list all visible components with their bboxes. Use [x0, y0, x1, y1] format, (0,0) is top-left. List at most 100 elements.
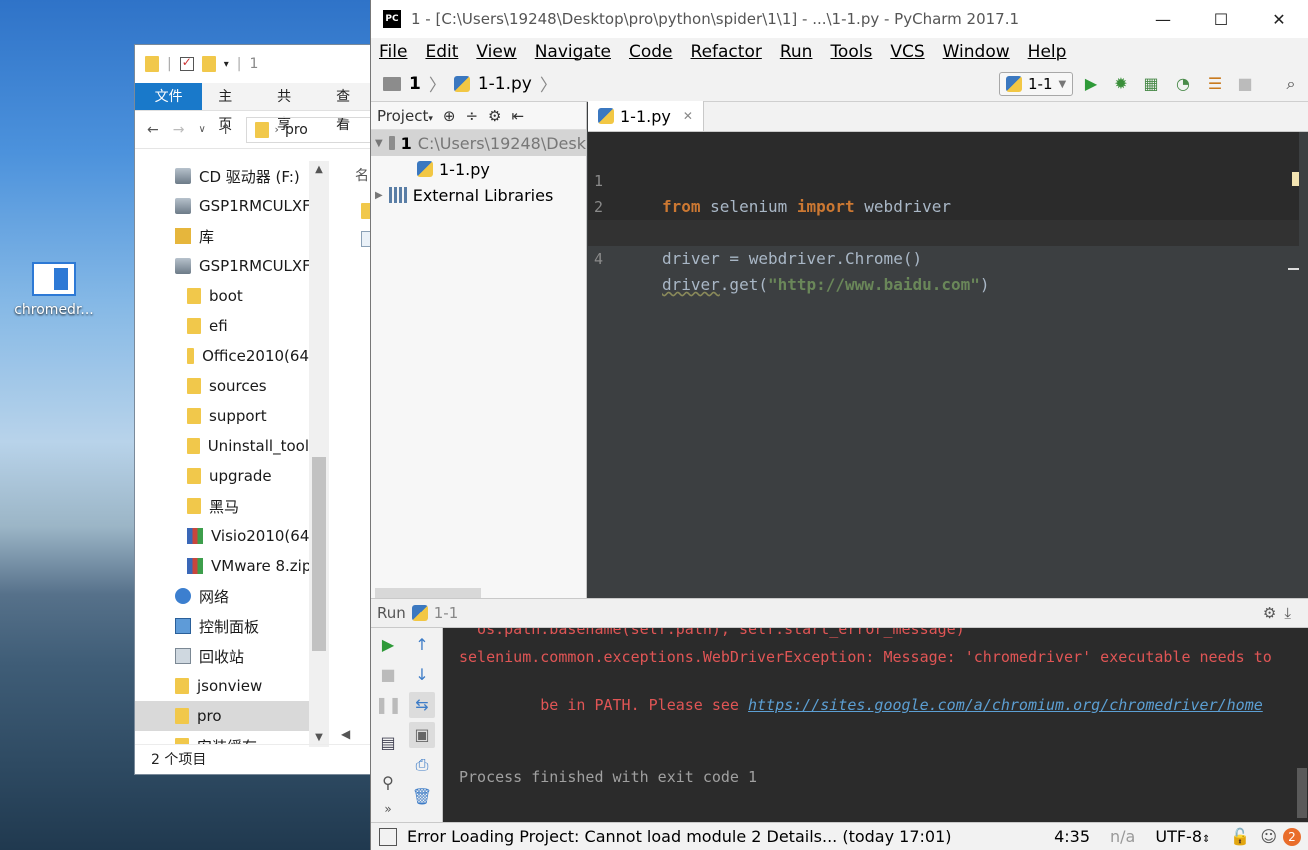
menu-run[interactable]: Run — [780, 42, 813, 62]
chevron-down-icon[interactable]: ▾ — [224, 59, 229, 70]
editor-scrollbar[interactable] — [1299, 132, 1308, 598]
nav-tree-item[interactable]: 控制面板 — [135, 611, 309, 641]
profile-icon[interactable]: ◔ — [1173, 74, 1193, 94]
menu-view[interactable]: View — [476, 42, 516, 62]
console-scrollbar[interactable] — [1297, 768, 1307, 818]
nav-tree-item[interactable]: CD 驱动器 (F:) — [135, 161, 309, 191]
ribbon-tab-share[interactable]: 共享 — [261, 83, 320, 133]
project-view-select[interactable]: Project▾ — [377, 107, 433, 125]
new-folder-icon[interactable] — [201, 56, 216, 72]
navigation-scrollbar[interactable]: ▲ ▼ — [309, 161, 329, 747]
address-crumb[interactable]: pro — [285, 122, 308, 138]
menu-refactor[interactable]: Refactor — [691, 42, 762, 62]
pause-icon[interactable]: ❚❚ — [375, 692, 402, 718]
nav-tree-item[interactable]: 黑马 — [135, 491, 309, 521]
hide-icon[interactable]: ⇤ — [511, 107, 524, 125]
address-bar[interactable]: › pro — [245, 116, 379, 143]
nav-tree-item[interactable]: GSP1RMCULXF — [135, 251, 309, 281]
nav-tree-item[interactable]: 安装缓存 — [135, 731, 309, 745]
menu-help[interactable]: Help — [1028, 42, 1067, 62]
menu-code[interactable]: Code — [629, 42, 673, 62]
layout-icon[interactable]: ▤ — [375, 730, 401, 756]
project-file-item[interactable]: 1-1.py — [371, 156, 586, 182]
menu-file[interactable]: File — [379, 42, 407, 62]
collapse-icon[interactable]: ÷ — [465, 107, 478, 125]
stop-icon[interactable]: ■ — [375, 662, 401, 688]
chromedriver-link[interactable]: https://sites.google.com/a/chromium.org/… — [748, 696, 1263, 714]
event-log-badge[interactable]: 2 — [1283, 827, 1301, 846]
code-line[interactable]: 3 driver = webdriver.Chrome() — [588, 194, 1308, 268]
properties-icon[interactable] — [179, 55, 194, 71]
scroll-thumb[interactable] — [312, 457, 326, 651]
pin-icon[interactable]: ⚲ — [375, 770, 401, 796]
back-arrow-icon[interactable]: ← — [147, 122, 159, 138]
more-icon[interactable]: » — [375, 796, 401, 822]
up-arrow-icon[interactable]: ↑ — [220, 122, 232, 138]
nav-tree-item[interactable]: VMware 8.zip — [135, 551, 309, 581]
close-tab-icon[interactable]: ✕ — [683, 109, 693, 123]
code-line-current[interactable]: 4 driver.get("http://www.baidu.com") — [588, 220, 1308, 294]
nav-tree-item[interactable]: GSP1RMCULXF — [135, 191, 309, 221]
nav-tree-item[interactable]: support — [135, 401, 309, 431]
nav-tree-item[interactable]: jsonview — [135, 671, 309, 701]
desktop-shortcut[interactable]: chromedr... — [8, 262, 100, 318]
forward-arrow-icon[interactable]: → — [173, 122, 185, 138]
down-stack-icon[interactable]: ↓ — [409, 662, 435, 688]
rerun-icon[interactable]: ▶ — [375, 632, 401, 658]
nav-tree-item[interactable]: sources — [135, 371, 309, 401]
project-horizontal-scrollbar[interactable] — [375, 588, 481, 598]
code-line[interactable]: 2 — [588, 168, 1308, 216]
print-icon[interactable]: ⎙ — [409, 752, 435, 778]
nav-tree-item[interactable]: efi — [135, 311, 309, 341]
scroll-up-icon[interactable]: ▲ — [309, 161, 329, 179]
inspector-icon[interactable]: ☺ — [1260, 827, 1277, 846]
gear-icon[interactable]: ⚙ — [488, 107, 501, 125]
nav-tree-item[interactable]: 库 — [135, 221, 309, 251]
recent-chevron-icon[interactable]: ∨ — [198, 124, 205, 135]
lock-icon[interactable]: 🔓 — [1230, 827, 1250, 846]
locate-icon[interactable]: ⊕ — [443, 107, 456, 125]
editor-tab-1-1-py[interactable]: 1-1.py ✕ — [588, 101, 704, 131]
ribbon-tab-home[interactable]: 主页 — [202, 83, 261, 133]
run-icon[interactable]: ▶ — [1081, 74, 1101, 94]
nav-tree-item[interactable]: Office2010(64 — [135, 341, 309, 371]
caret-position[interactable]: 4:35 — [1054, 827, 1090, 846]
nav-tree-item[interactable]: Visio2010(64) — [135, 521, 309, 551]
minimize-icon[interactable]: — — [1134, 10, 1192, 29]
scroll-to-end-icon[interactable]: ▣ — [409, 722, 435, 748]
close-icon[interactable]: ✕ — [1250, 10, 1308, 29]
nav-tree-item[interactable]: boot — [135, 281, 309, 311]
external-libraries-item[interactable]: ▶ External Libraries — [371, 182, 586, 208]
menu-navigate[interactable]: Navigate — [535, 42, 611, 62]
maximize-icon[interactable]: ☐ — [1192, 10, 1250, 29]
breadcrumb-file[interactable]: 1-1.py — [478, 74, 532, 94]
menu-window[interactable]: Window — [943, 42, 1010, 62]
run-panel-settings-icon[interactable]: ⚙⤓ — [1263, 604, 1299, 622]
code-area[interactable]: 1 from selenium import webdriver 2 3 dri… — [588, 132, 1308, 598]
nav-tree-item[interactable]: 回收站 — [135, 641, 309, 671]
clear-all-icon[interactable]: 🗑 — [409, 784, 435, 810]
tool-windows-icon[interactable] — [379, 827, 397, 846]
menu-vcs[interactable]: VCS — [890, 42, 924, 62]
coverage-icon[interactable]: ▦ — [1141, 74, 1161, 94]
nav-tree-item[interactable]: upgrade — [135, 461, 309, 491]
ribbon-tab-file[interactable]: 文件 — [135, 83, 203, 110]
nav-tree-item[interactable]: 网络 — [135, 581, 309, 611]
run-console[interactable]: os.path.basename(self.path), self.start_… — [443, 628, 1308, 822]
stop-icon[interactable]: ■ — [1235, 74, 1255, 94]
debug-icon[interactable]: ✹ — [1111, 74, 1131, 94]
code-line[interactable]: 1 from selenium import webdriver — [588, 142, 1308, 216]
project-root-item[interactable]: ▼ 1 C:\Users\19248\Desk — [371, 130, 586, 156]
run-configuration-select[interactable]: 1-1 ▼ — [999, 72, 1073, 96]
search-icon[interactable]: ⌕ — [1281, 74, 1301, 94]
breadcrumb-project[interactable]: 1 — [409, 74, 421, 94]
file-encoding[interactable]: UTF-8⇕ — [1155, 827, 1210, 846]
nav-tree-item[interactable]: Uninstall_tool — [135, 431, 309, 461]
collapse-arrow-icon[interactable]: ▶ — [375, 190, 383, 201]
menu-edit[interactable]: Edit — [425, 42, 458, 62]
nav-tree-item[interactable]: pro — [135, 701, 309, 731]
run-panel-config[interactable]: 1-1 — [434, 604, 459, 622]
soft-wrap-icon[interactable]: ⇆ — [409, 692, 435, 718]
up-stack-icon[interactable]: ↑ — [409, 632, 435, 658]
concurrency-icon[interactable]: ☰ — [1205, 74, 1225, 94]
